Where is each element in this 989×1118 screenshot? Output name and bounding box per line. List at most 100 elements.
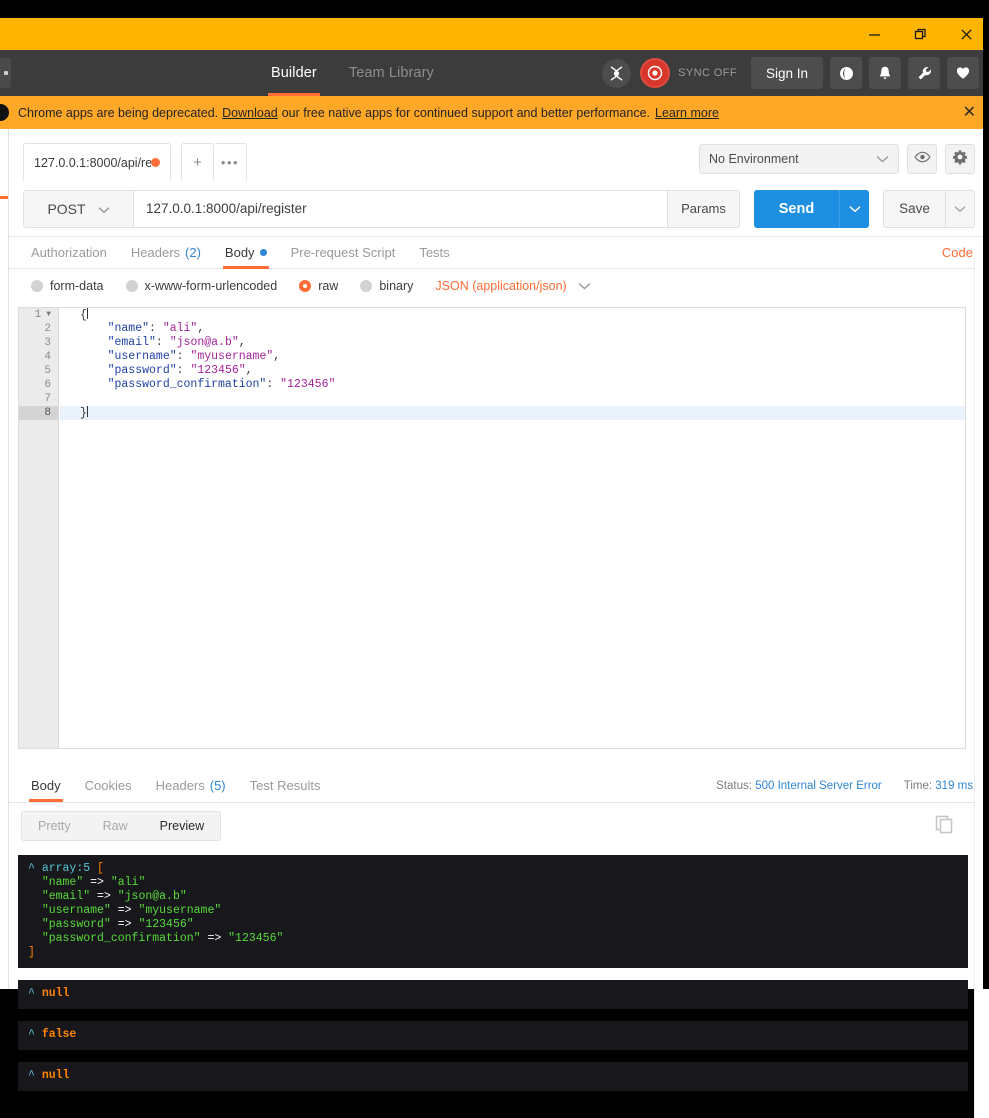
view-mode-pretty-label: Pretty: [38, 819, 71, 833]
dump-line: "username" => "myusername": [41, 904, 222, 917]
bell-icon[interactable]: [869, 57, 901, 89]
tab-headers[interactable]: Headers (2): [119, 237, 213, 269]
editor-code-line: "password": "123456",: [80, 364, 253, 377]
tab-options-button[interactable]: •••: [214, 143, 247, 182]
banner-learn-more-link[interactable]: Learn more: [655, 106, 719, 120]
tab-body-label: Body: [224, 245, 255, 260]
sign-in-label: Sign In: [765, 65, 808, 81]
editor-code-line: "name": "ali",: [80, 322, 205, 335]
request-tab[interactable]: 127.0.0.1:8000/api/reѕ: [23, 143, 171, 182]
radio-icon: [299, 280, 312, 292]
banner-badge-icon: [0, 104, 9, 121]
response-tab-test-results-label: Test Results: [249, 778, 321, 793]
view-mode-raw[interactable]: Raw: [87, 812, 144, 840]
wrench-icon[interactable]: [908, 57, 940, 89]
body-type-binary[interactable]: binary: [360, 279, 413, 293]
response-view-mode-group: Pretty Raw Preview: [21, 811, 222, 841]
tab-tests[interactable]: Tests: [407, 237, 461, 269]
editor-line-number: 1 ▼: [34, 308, 51, 322]
tab-pre-request-script[interactable]: Pre-request Script: [279, 237, 408, 269]
tab-body[interactable]: Body: [213, 237, 279, 269]
environment-settings-button[interactable]: [945, 144, 975, 174]
body-type-urlencoded[interactable]: x-www-form-urlencoded: [125, 279, 278, 293]
nav-tab-team-library[interactable]: Team Library: [333, 50, 450, 96]
text-cursor: [86, 406, 88, 417]
dump-block: ^ array:5 [ "name" => "ali" "email" => "…: [18, 855, 968, 968]
interceptor-icon[interactable]: [602, 58, 632, 88]
request-url-input[interactable]: 127.0.0.1:8000/api/register: [133, 189, 668, 228]
send-options-button[interactable]: [839, 189, 869, 228]
sync-icon[interactable]: [640, 58, 671, 88]
send-button[interactable]: Send: [754, 189, 839, 228]
editor-code-line: "password_confirmation": "123456": [80, 378, 336, 391]
nav-tab-team-library-label: Team Library: [348, 65, 434, 81]
body-type-raw[interactable]: raw: [299, 279, 338, 293]
tab-headers-label: Headers: [130, 245, 181, 260]
body-type-raw-label: raw: [318, 279, 339, 293]
dump-line: ^ null: [28, 987, 70, 1000]
new-tab-label: +: [193, 154, 202, 171]
environment-quick-look-button[interactable]: [907, 144, 937, 174]
sidebar-rail: [0, 129, 9, 989]
params-button[interactable]: Params: [668, 189, 740, 228]
editor-code-area[interactable]: { "name": "ali", "email": "json@a.b", "u…: [60, 308, 965, 748]
sync-status-label: SYNC OFF: [678, 67, 737, 79]
response-tab-cookies-label: Cookies: [84, 778, 132, 793]
dump-line: ^ null: [28, 1069, 70, 1082]
editor-line-number: 4: [44, 351, 51, 363]
request-body-editor[interactable]: 1 ▼ 2 3 4 5 6 7 8 { "name": "ali", "email": "jso…: [18, 307, 966, 749]
postman-window: Builder Team Library SYNC OFF Sign In Ch…: [0, 0, 989, 1118]
body-type-row: form-data x-www-form-urlencoded raw bina…: [9, 269, 989, 303]
editor-line-number: 3: [44, 337, 51, 349]
response-tab-body[interactable]: Body: [19, 770, 73, 802]
dump-block: ^ false: [18, 1021, 968, 1050]
body-type-urlencoded-label: x-www-form-urlencoded: [144, 279, 278, 293]
content-type-select[interactable]: JSON (application/json): [435, 279, 591, 293]
editor-code-line: }: [60, 406, 965, 420]
collections-toggle-icon[interactable]: [0, 58, 11, 88]
banner-download-link[interactable]: Download: [222, 106, 278, 120]
nav-tab-builder[interactable]: Builder: [255, 50, 333, 96]
response-tab-test-results[interactable]: Test Results: [238, 770, 333, 802]
window-titlebar: [0, 18, 989, 50]
radio-icon: [360, 280, 373, 292]
editor-line-number: 8: [19, 406, 58, 420]
banner-text-middle: our free native apps for continued suppo…: [281, 105, 651, 120]
window-minimize-button[interactable]: [851, 18, 897, 50]
dump-line: "name" => "ali": [41, 876, 146, 889]
dump-block: ^ null: [18, 1062, 968, 1091]
response-tab-cookies[interactable]: Cookies: [73, 770, 144, 802]
http-method-select[interactable]: POST: [23, 189, 133, 228]
dump-line: ^ array:5 [: [28, 862, 104, 875]
editor-line-number: 7: [44, 393, 51, 405]
save-options-button[interactable]: [945, 189, 975, 228]
gear-icon: [952, 149, 968, 170]
body-type-form-data-label: form-data: [50, 279, 104, 293]
environment-select[interactable]: No Environment: [699, 144, 899, 174]
tab-pre-request-script-label: Pre-request Script: [290, 245, 396, 260]
copy-icon[interactable]: [933, 813, 955, 840]
response-view-bar: Pretty Raw Preview: [9, 803, 989, 849]
tab-headers-count: (2): [185, 245, 201, 260]
globe-icon[interactable]: [830, 57, 862, 89]
body-type-form-data[interactable]: form-data: [31, 279, 104, 293]
chevron-down-icon: [578, 279, 591, 293]
params-label: Params: [681, 201, 726, 216]
window-restore-button[interactable]: [897, 18, 943, 50]
time-badge: Time: 319 ms: [904, 780, 973, 792]
text-cursor: [86, 308, 88, 319]
heart-icon[interactable]: [947, 57, 979, 89]
view-mode-pretty[interactable]: Pretty: [22, 812, 87, 840]
code-link[interactable]: Code: [942, 245, 973, 260]
response-tab-headers[interactable]: Headers (5): [144, 770, 238, 802]
banner-close-icon[interactable]: ✕: [963, 104, 976, 121]
request-section-tabs: Authorization Headers (2) Body Pre-reque…: [9, 237, 989, 269]
sign-in-button[interactable]: Sign In: [750, 57, 823, 89]
window-edge: [983, 0, 989, 989]
new-tab-button[interactable]: +: [181, 143, 214, 182]
view-mode-preview[interactable]: Preview: [143, 812, 221, 840]
save-button[interactable]: Save: [883, 189, 945, 228]
navbar-actions: SYNC OFF Sign In: [602, 57, 989, 89]
tab-authorization[interactable]: Authorization: [19, 237, 119, 269]
editor-fold-icon[interactable]: ▼: [46, 308, 51, 322]
